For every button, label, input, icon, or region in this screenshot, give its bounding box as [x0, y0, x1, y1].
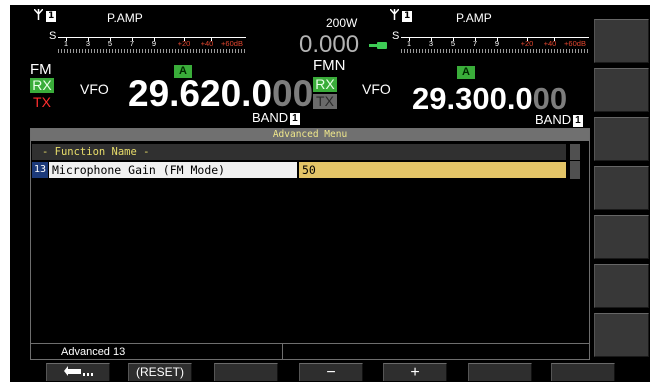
side-soft-key-2[interactable]: [594, 68, 649, 112]
scrollbar-header: [570, 144, 580, 160]
menu-footer: Advanced 13: [31, 343, 589, 360]
s-meter-label: 1: [63, 39, 69, 48]
menu-footer-label: Advanced 13: [61, 346, 126, 358]
menu-item-value[interactable]: 50: [299, 162, 566, 178]
minus-button[interactable]: −: [299, 363, 363, 381]
frequency-sub-dim-digits: 00: [532, 81, 568, 116]
tx-indicator-sub: TX: [313, 94, 337, 109]
s-meter-label: 3: [428, 39, 434, 48]
rx-indicator-sub: RX: [313, 77, 337, 92]
antenna-indicator-right: 1: [389, 8, 413, 22]
s-meter-label: +20: [520, 39, 534, 48]
soft-key-7[interactable]: [551, 363, 615, 381]
return-arrow-icon: [64, 366, 93, 376]
power-label: 200W: [326, 16, 358, 30]
band-number: 1: [290, 113, 300, 125]
radio-display: 1 P.AMP S 1 3 5 7 9 +20 +40 +60dB 200W 0…: [10, 5, 650, 382]
antenna-number: 1: [46, 11, 57, 22]
antenna-number: 1: [402, 11, 413, 22]
frequency-main-dim-digits: 00: [272, 73, 314, 114]
column-header: - Function Name -: [32, 144, 566, 160]
s-meter-label: 7: [129, 39, 135, 48]
s-meter-axis: [401, 37, 589, 38]
s-meter-label: 5: [450, 39, 456, 48]
rx-indicator-main: RX: [30, 78, 54, 93]
s-meter-label: 1: [406, 39, 412, 48]
reset-button[interactable]: (RESET): [128, 363, 192, 381]
advanced-menu-panel: Advanced Menu - Function Name - 13 Micro…: [30, 128, 590, 360]
s-meter-label: 3: [85, 39, 91, 48]
frequency-main-digits: 29.620.0: [128, 73, 273, 114]
frequency-sub-digits: 29.300.0: [412, 81, 533, 116]
frequency-main: 29.620.000: [128, 73, 313, 115]
mode-sub: FMN: [313, 57, 346, 74]
side-soft-key-7[interactable]: [594, 313, 649, 357]
side-soft-key-1[interactable]: [594, 19, 649, 63]
s-meter-label: +60dB: [564, 39, 586, 48]
band-number: 1: [573, 115, 583, 127]
soft-key-6[interactable]: [468, 363, 532, 381]
power-readout: 0.000: [299, 31, 360, 58]
vfo-a-badge-sub: A: [457, 66, 475, 79]
band-label: BAND: [252, 110, 289, 125]
antenna-icon: [389, 8, 400, 20]
band-main: BAND 1: [252, 110, 300, 125]
footer-divider: [282, 344, 283, 360]
side-soft-key-3[interactable]: [594, 117, 649, 161]
mode-main: FM: [30, 61, 52, 78]
plus-button[interactable]: +: [383, 363, 447, 381]
band-sub: BAND 1: [535, 112, 583, 127]
s-meter-right: S 1 3 5 7 9 +20 +40 +60dB: [392, 29, 592, 53]
s-meter-letter: S: [392, 30, 400, 42]
pamp-indicator-left: P.AMP: [107, 11, 143, 25]
menu-row[interactable]: 13 Microphone Gain (FM Mode) 50: [32, 161, 566, 179]
s-meter-label: +40: [543, 39, 557, 48]
s-meter-label: +20: [177, 39, 191, 48]
s-meter-letter: S: [49, 30, 57, 42]
side-soft-key-4[interactable]: [594, 166, 649, 210]
s-meter-bar: [58, 49, 246, 53]
menu-title: Advanced Menu: [31, 129, 589, 141]
side-soft-key-5[interactable]: [594, 215, 649, 259]
s-meter-left: S 1 3 5 7 9 +20 +40 +60dB: [49, 29, 249, 53]
side-soft-key-6[interactable]: [594, 264, 649, 308]
pamp-indicator-right: P.AMP: [456, 11, 492, 25]
scrollbar[interactable]: [570, 161, 580, 179]
s-meter-label: +40: [200, 39, 214, 48]
s-meter-label: 7: [472, 39, 478, 48]
s-meter-label: +60dB: [221, 39, 243, 48]
menu-item-name: Microphone Gain (FM Mode): [49, 162, 297, 178]
tx-indicator-main: TX: [33, 94, 51, 110]
menu-item-number: 13: [32, 162, 48, 178]
s-meter-label: 9: [151, 39, 157, 48]
antenna-indicator-left: 1: [33, 8, 57, 22]
s-meter-label: 5: [107, 39, 113, 48]
s-meter-axis: [58, 37, 246, 38]
band-label: BAND: [535, 112, 572, 127]
vfo-label-main: VFO: [80, 81, 109, 97]
s-meter-label: 9: [494, 39, 500, 48]
vfo-label-sub: VFO: [362, 81, 391, 97]
soft-key-3[interactable]: [214, 363, 278, 381]
back-button[interactable]: [46, 363, 110, 381]
s-meter-bar: [401, 49, 589, 53]
antenna-icon: [33, 8, 44, 20]
plug-icon: [369, 42, 387, 49]
